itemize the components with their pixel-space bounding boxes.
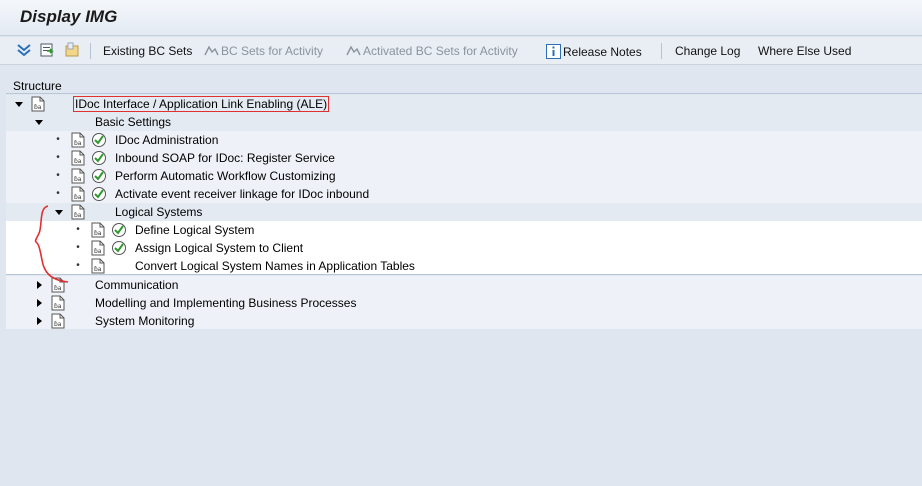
tree-node-label: IDoc Administration (115, 133, 219, 147)
tree-node-label: Inbound SOAP for IDoc: Register Service (115, 151, 335, 165)
toolbar-separator (661, 43, 662, 59)
find-icon[interactable] (39, 42, 55, 58)
tree-node-workflow-customizing[interactable]: • ɓa Perform Automatic Workflow Customiz… (6, 167, 922, 185)
tree-node-label: Perform Automatic Workflow Customizing (115, 169, 336, 183)
bc-sets-for-activity-button[interactable]: BC Sets for Activity (203, 44, 323, 58)
tree-node-label: Communication (95, 278, 179, 292)
where-else-used-label: Where Else Used (758, 44, 852, 58)
svg-text:ɓa: ɓa (94, 230, 102, 237)
expanded-triangle-icon[interactable] (14, 95, 24, 113)
bc-set-icon (204, 45, 219, 56)
img-document-icon: ɓa (71, 168, 85, 184)
existing-bc-sets-label: Existing BC Sets (103, 44, 193, 58)
expanded-triangle-icon[interactable] (34, 113, 44, 131)
bc-sets-for-activity-label: BC Sets for Activity (221, 44, 324, 58)
where-else-used-button[interactable]: Where Else Used (758, 44, 851, 58)
execute-check-icon[interactable] (111, 240, 127, 256)
change-log-label: Change Log (675, 44, 741, 58)
img-document-icon: ɓa (91, 240, 105, 256)
svg-text:ɓa: ɓa (74, 140, 82, 147)
tree-node-label: Convert Logical System Names in Applicat… (135, 259, 415, 273)
svg-text:ɓa: ɓa (94, 266, 102, 273)
svg-text:ɓa: ɓa (54, 321, 62, 328)
execute-check-icon[interactable] (111, 222, 127, 238)
tree-node-label-logical-systems: Logical Systems (115, 205, 203, 219)
expand-subtree-icon[interactable] (16, 42, 32, 58)
img-document-icon: ɓa (91, 258, 105, 274)
tree-node-convert-logical-system[interactable]: • ɓa Convert Logical System Names in App… (6, 257, 922, 275)
svg-text:ɓa: ɓa (34, 104, 42, 111)
bookmark-folder-icon[interactable] (64, 42, 80, 58)
release-notes-label: Release Notes (563, 45, 642, 59)
change-log-button[interactable]: Change Log (675, 44, 740, 58)
svg-text:ɓa: ɓa (74, 158, 82, 165)
tree-node-define-logical-system[interactable]: • ɓa Define Logical System (6, 221, 922, 239)
svg-text:ɓa: ɓa (94, 248, 102, 255)
img-document-icon: ɓa (31, 96, 45, 112)
tree-node-event-receiver[interactable]: • ɓa Activate event receiver linkage for… (6, 185, 922, 203)
tree-node-modelling[interactable]: ɓa Modelling and Implementing Business P… (6, 294, 922, 312)
img-document-icon: ɓa (71, 132, 85, 148)
tree-node-basic-settings[interactable]: Basic Settings (6, 113, 922, 131)
collapsed-triangle-icon[interactable] (34, 294, 44, 312)
tree-node-logical-systems[interactable]: ɓa Logical Systems (6, 203, 922, 221)
tree-node-label: Define Logical System (135, 223, 255, 237)
activated-bc-set-icon (346, 45, 361, 56)
activated-bc-sets-button[interactable]: Activated BC Sets for Activity (345, 44, 518, 58)
leaf-bullet-icon: • (56, 152, 60, 163)
tree-node-label: Activate event receiver linkage for IDoc… (115, 187, 370, 201)
tree-node-label: Assign Logical System to Client (135, 241, 304, 255)
info-icon (546, 44, 561, 59)
toolbar-separator (90, 43, 91, 59)
tree-node-idoc-administration[interactable]: • ɓa IDoc Administration (6, 131, 922, 149)
tree-node-root[interactable]: ɓa IDoc Interface / Application Link Ena… (6, 95, 922, 113)
collapsed-triangle-icon[interactable] (34, 312, 44, 330)
application-toolbar: Existing BC Sets BC Sets for Activity Ac… (0, 37, 922, 65)
leaf-bullet-icon: • (56, 134, 60, 145)
window-title: Display IMG (20, 7, 118, 26)
execute-check-icon[interactable] (91, 150, 107, 166)
execute-check-icon[interactable] (91, 168, 107, 184)
release-notes-button[interactable]: Release Notes (546, 44, 642, 59)
execute-check-icon[interactable] (91, 186, 107, 202)
img-document-icon: ɓa (71, 150, 85, 166)
structure-column-header: Structure (6, 78, 922, 94)
structure-header-label: Structure (13, 79, 62, 93)
activated-bc-sets-label: Activated BC Sets for Activity (363, 44, 518, 58)
tree-node-label-root: IDoc Interface / Application Link Enabli… (73, 96, 330, 112)
leaf-bullet-icon: • (56, 170, 60, 181)
img-document-icon: ɓa (91, 222, 105, 238)
tree-node-communication[interactable]: ɓa Communication (6, 276, 922, 294)
tree-node-inbound-soap[interactable]: • ɓa Inbound SOAP for IDoc: Register Ser… (6, 149, 922, 167)
svg-text:ɓa: ɓa (54, 303, 62, 310)
title-bar: Display IMG (0, 0, 922, 36)
tree-node-system-monitoring[interactable]: ɓa System Monitoring (6, 312, 922, 330)
existing-bc-sets-button[interactable]: Existing BC Sets (103, 44, 192, 58)
red-brace-annotation (34, 205, 69, 283)
execute-check-icon[interactable] (91, 132, 107, 148)
tree-node-label-basic-settings: Basic Settings (95, 115, 172, 129)
tree-node-label: Modelling and Implementing Business Proc… (95, 296, 357, 310)
svg-text:ɓa: ɓa (74, 176, 82, 183)
img-document-icon: ɓa (51, 295, 65, 311)
empty-tree-area (6, 329, 922, 486)
tree-node-label: System Monitoring (95, 314, 195, 328)
img-document-icon: ɓa (51, 313, 65, 329)
tree-node-assign-logical-system[interactable]: • ɓa Assign Logical System to Client (6, 239, 922, 257)
